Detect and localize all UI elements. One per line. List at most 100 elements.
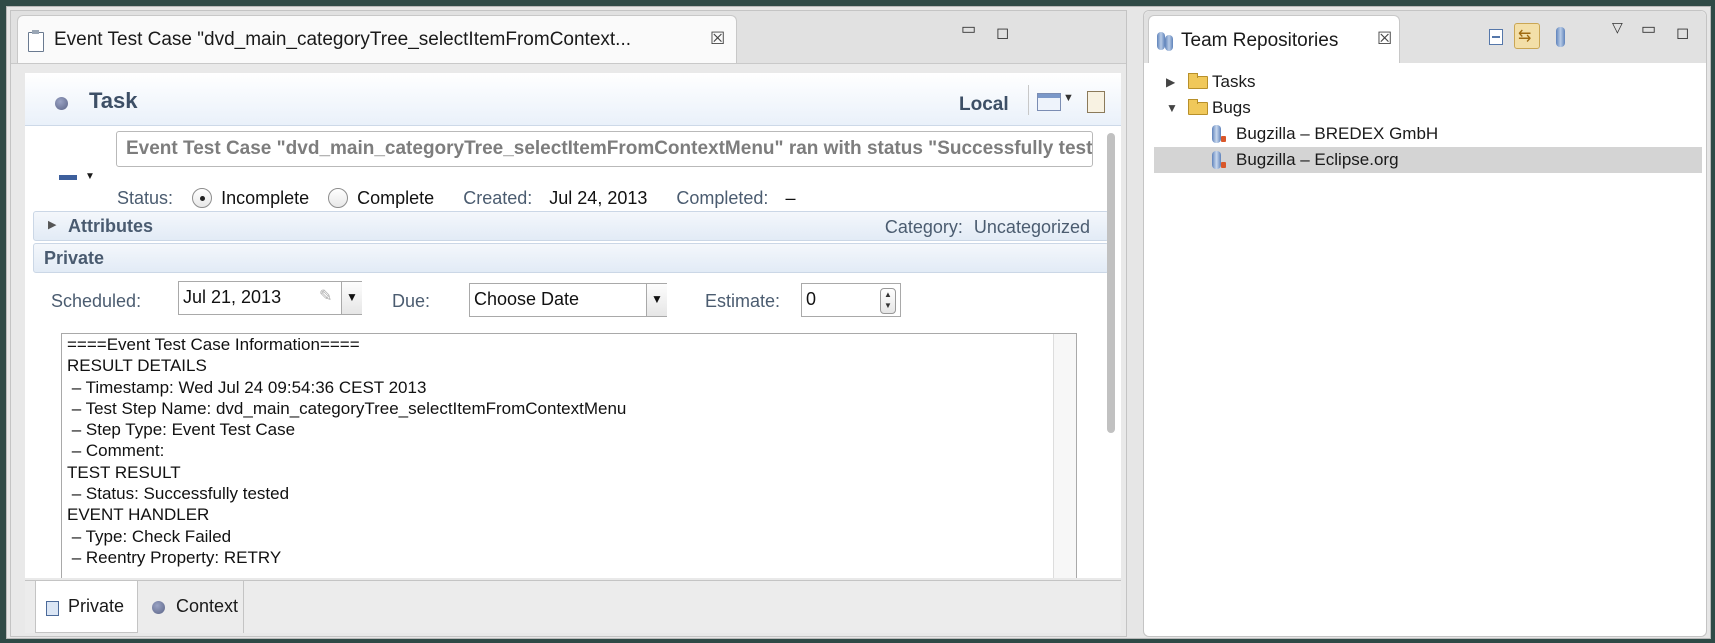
editor-scrollbar-thumb[interactable] [1107, 133, 1115, 433]
estimate-stepper[interactable]: ▲ ▼ [880, 288, 896, 314]
repositories-icon [1157, 32, 1165, 50]
description-line: EVENT HANDLER [67, 505, 210, 525]
description-scrollbar[interactable] [1053, 334, 1076, 578]
repositories-tab-bar: Team Repositories ☒ ⇆ ▽ ▭ ◻ [1144, 11, 1706, 63]
close-icon[interactable]: ☒ [1377, 29, 1392, 49]
maximize-icon[interactable]: ◻ [996, 23, 1009, 43]
description-line: – Timestamp: Wed Jul 24 09:54:36 CEST 20… [67, 377, 427, 397]
description-line: – Test Step Name: dvd_main_categoryTree_… [67, 398, 627, 418]
add-repository-icon[interactable] [1548, 23, 1574, 49]
summary-field[interactable]: Event Test Case "dvd_main_categoryTree_s… [116, 131, 1093, 167]
new-subtask-icon[interactable] [1087, 91, 1105, 113]
repositories-icon [1165, 35, 1173, 51]
private-section[interactable]: Private [33, 243, 1109, 273]
priority-dropdown-icon[interactable]: ▼ [85, 171, 95, 182]
scheduled-value[interactable]: Jul 21, 2013 [183, 287, 281, 307]
description-text-area[interactable]: ====Event Test Case Information==== RESU… [61, 333, 1077, 578]
attributes-section[interactable]: ▶ Attributes Category: Uncategorized [33, 211, 1109, 241]
description-line: – Step Type: Event Test Case [67, 420, 296, 440]
repositories-tab[interactable]: Team Repositories ☒ [1148, 15, 1400, 63]
incomplete-label[interactable]: Incomplete [221, 188, 309, 209]
due-date-field[interactable]: Choose Date ▼ [469, 283, 667, 317]
editor-tab-title: Event Test Case "dvd_main_categoryTree_s… [54, 29, 632, 50]
tree-item-bugzilla-eclipse[interactable]: Bugzilla – Eclipse.org [1154, 147, 1702, 173]
completed-value: – [785, 187, 796, 208]
task-header-title: Task [89, 88, 138, 113]
tab-context-label: Context [176, 596, 239, 616]
due-label: Due: [392, 291, 431, 311]
chevron-right-icon[interactable]: ▶ [1166, 69, 1175, 95]
editor-body: Task Local ▼ ▼ Event Test Case "dvd_main… [25, 73, 1121, 578]
local-repository-label: Local [959, 94, 1009, 115]
estimate-value[interactable]: 0 [806, 289, 816, 309]
tab-private[interactable]: Private [35, 581, 138, 633]
scheduled-date-field[interactable]: Jul 21, 2013 ✎ ▼ [178, 281, 362, 315]
bugzilla-repository-icon [1212, 151, 1226, 169]
private-page-icon [46, 601, 59, 616]
task-editor: Event Test Case "dvd_main_categoryTree_s… [10, 10, 1127, 637]
priority-icon[interactable] [59, 175, 77, 180]
category-label: Category: [884, 217, 963, 237]
link-icon: ⇆ [1518, 28, 1532, 45]
tree-item-label: Bugzilla – Eclipse.org [1236, 150, 1399, 169]
tree-item-label: Bugzilla – BREDEX GmbH [1236, 124, 1439, 143]
context-icon [152, 601, 165, 614]
description-line: – Type: Check Failed [67, 526, 232, 546]
header-separator [1028, 85, 1029, 115]
chevron-down-icon[interactable]: ▼ [1166, 95, 1178, 121]
chevron-right-icon[interactable]: ▶ [48, 218, 56, 231]
tab-context[interactable]: Context [138, 581, 244, 633]
editor-tab[interactable]: Event Test Case "dvd_main_categoryTree_s… [17, 15, 737, 63]
private-title: Private [44, 248, 105, 268]
editor-tab-bar: Event Test Case "dvd_main_categoryTree_s… [11, 11, 1126, 64]
category-info: Category: Uncategorized [885, 217, 1090, 238]
bugzilla-repository-icon [1212, 125, 1226, 143]
folder-icon [1188, 73, 1208, 89]
repositories-tab-title: Team Repositories [1181, 30, 1339, 51]
category-value: Uncategorized [973, 217, 1090, 237]
editor-scrollbar[interactable] [1105, 123, 1117, 513]
description-line: – Comment: [67, 441, 165, 461]
tab-private-label: Private [68, 596, 125, 616]
description-line: – Status: Successfully tested [67, 484, 290, 504]
folder-open-icon [1188, 99, 1208, 115]
clear-date-icon[interactable]: ✎ [319, 282, 332, 312]
view-menu-icon[interactable]: ▽ [1612, 19, 1623, 36]
chevron-down-icon[interactable]: ▼ [1063, 92, 1074, 104]
estimate-field[interactable]: 0 ▲ ▼ [801, 283, 901, 317]
minimize-icon[interactable]: ▭ [1641, 19, 1656, 39]
task-status-icon [55, 97, 68, 110]
due-value[interactable]: Choose Date [474, 289, 579, 309]
close-icon[interactable]: ☒ [710, 29, 725, 49]
calendar-icon[interactable] [1037, 93, 1061, 111]
tree-item-tasks[interactable]: ▶ Tasks [1154, 69, 1702, 95]
scheduled-label: Scheduled: [51, 291, 142, 311]
estimate-label: Estimate: [705, 291, 781, 311]
editor-page-tabs: Private Context [25, 580, 1121, 633]
created-label: Created: [463, 187, 533, 208]
description-line: RESULT DETAILS [67, 356, 207, 376]
minimize-icon[interactable]: ▭ [961, 19, 976, 39]
description-line: TEST RESULT [67, 462, 181, 482]
team-repositories-view: Team Repositories ☒ ⇆ ▽ ▭ ◻ ▶ Tasks ▼ Bu… [1143, 10, 1707, 637]
tree-item-bugs[interactable]: ▼ Bugs [1154, 95, 1702, 121]
link-with-editor-button[interactable]: ⇆ [1514, 23, 1540, 49]
description-line: ====Event Test Case Information==== [67, 335, 360, 354]
chevron-down-icon[interactable]: ▼ [341, 282, 362, 314]
completed-label: Completed: [676, 187, 769, 208]
collapse-all-icon[interactable] [1482, 23, 1508, 49]
task-document-icon [28, 30, 44, 52]
created-value: Jul 24, 2013 [549, 187, 648, 208]
complete-radio[interactable] [328, 188, 349, 209]
chevron-down-icon[interactable]: ▼ [646, 284, 667, 316]
task-header: Task Local ▼ [25, 73, 1121, 126]
incomplete-radio[interactable] [192, 188, 213, 209]
tree-item-label: Tasks [1212, 72, 1256, 91]
status-row: Status: Incomplete Complete Created: Jul… [117, 187, 795, 209]
attributes-title: Attributes [68, 216, 153, 236]
description-line: – Reentry Property: RETRY [67, 547, 282, 567]
complete-label[interactable]: Complete [357, 188, 434, 209]
maximize-icon[interactable]: ◻ [1676, 23, 1689, 43]
tree-item-bugzilla-bredex[interactable]: Bugzilla – BREDEX GmbH [1154, 121, 1702, 147]
tree-item-label: Bugs [1212, 98, 1251, 117]
